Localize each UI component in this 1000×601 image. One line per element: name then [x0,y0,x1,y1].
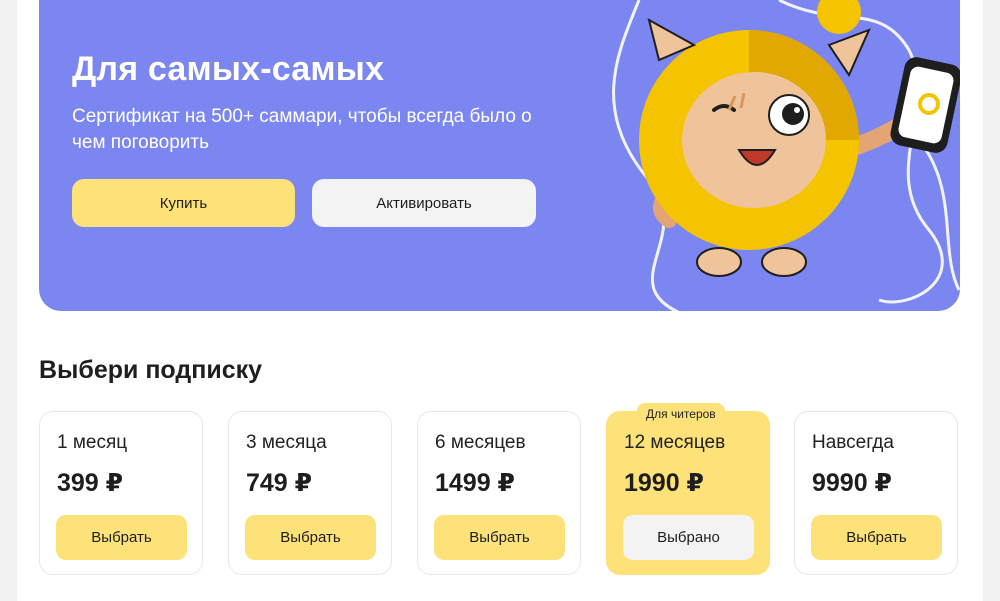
plan-period: 6 месяцев [435,432,526,453]
plan-period: 3 месяца [246,432,327,453]
hero-title: Для самых-самых [72,50,385,88]
select-plan-button[interactable]: Выбрать [56,515,187,560]
plan-card-6-months[interactable]: 6 месяцев 1499 ₽ Выбрать [417,411,581,575]
page: Для самых-самых Сертификат на 500+ самма… [17,0,983,601]
plan-card-forever[interactable]: Навсегда 9990 ₽ Выбрать [794,411,958,575]
plan-period: 12 месяцев [624,432,726,453]
select-plan-button[interactable]: Выбрать [245,515,376,560]
select-plan-button[interactable]: Выбрать [811,515,942,560]
plan-price: 9990 ₽ [812,469,892,497]
select-plan-button[interactable]: Выбрать [434,515,565,560]
plan-period: Навсегда [812,432,894,453]
hero-subtitle: Сертификат на 500+ саммари, чтобы всегда… [72,106,532,153]
section-title: Выбери подписку [39,356,263,384]
plan-card-3-months[interactable]: 3 месяца 749 ₽ Выбрать [228,411,392,575]
plan-card-1-month[interactable]: 1 месяц 399 ₽ Выбрать [39,411,203,575]
cat-mascot-illustration [612,0,960,311]
activate-button[interactable]: Активировать [312,179,536,227]
plan-price: 399 ₽ [57,469,124,497]
plan-price: 1990 ₽ [624,469,704,497]
plan-period: 1 месяц [57,432,128,453]
plan-price: 1499 ₽ [435,469,515,497]
certificate-banner: Для самых-самых Сертификат на 500+ самма… [39,0,960,311]
selected-plan-button[interactable]: Выбрано [623,515,754,560]
plan-badge: Для читеров [637,403,725,425]
buy-button[interactable]: Купить [72,179,295,227]
plan-card-12-months[interactable]: Для читеров 12 месяцев 1990 ₽ Выбрано [606,403,770,575]
plan-price: 749 ₽ [246,469,313,497]
